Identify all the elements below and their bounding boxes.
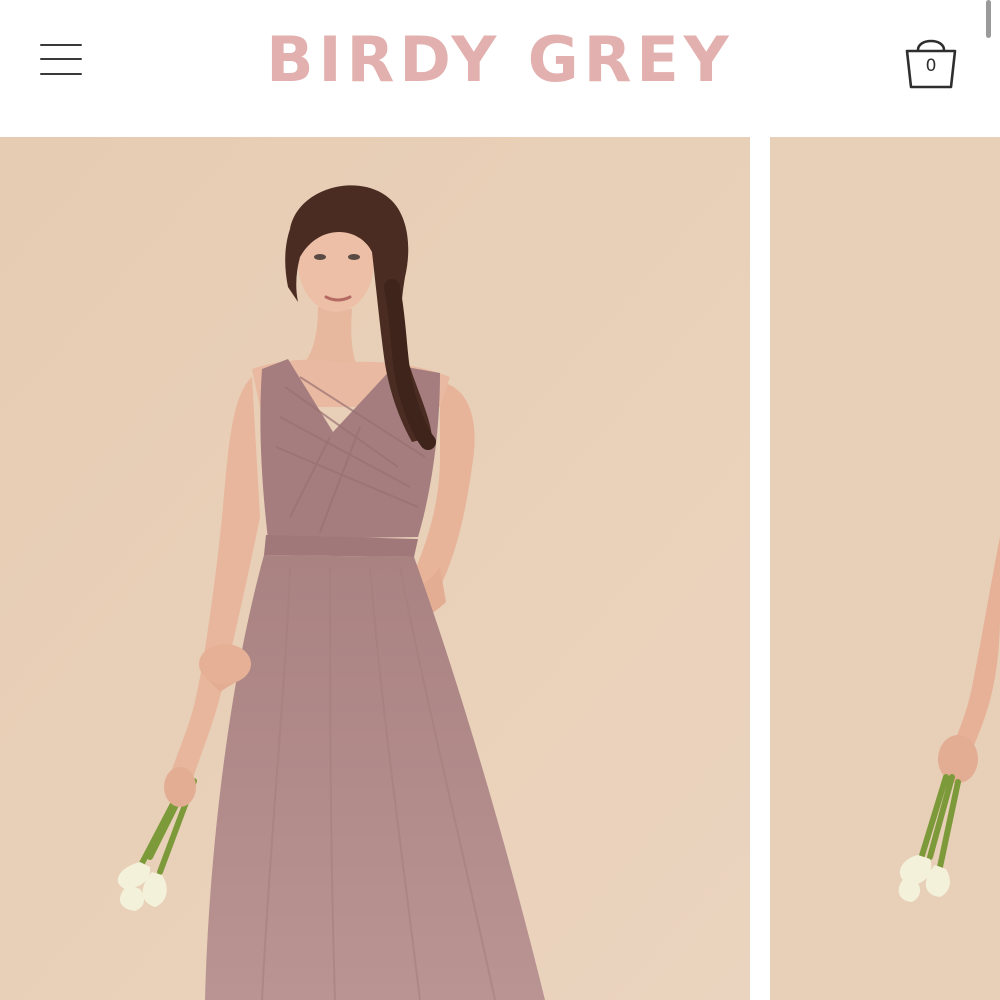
menu-line xyxy=(40,73,82,75)
product-image-2[interactable] xyxy=(770,137,1000,1000)
menu-button[interactable] xyxy=(40,42,84,78)
menu-line xyxy=(40,58,82,60)
site-header: BIRDY GREY 0 xyxy=(0,0,1000,137)
brand-logo[interactable]: BIRDY GREY xyxy=(260,22,740,98)
product-image-1[interactable] xyxy=(0,137,750,1000)
menu-line xyxy=(40,44,82,46)
product-image-carousel[interactable] xyxy=(0,137,1000,1000)
scrollbar[interactable] xyxy=(986,0,991,38)
model-photo xyxy=(0,137,750,1000)
cart-button[interactable]: 0 xyxy=(900,30,962,92)
cart-count: 0 xyxy=(925,56,937,76)
model-photo xyxy=(770,137,1000,1000)
